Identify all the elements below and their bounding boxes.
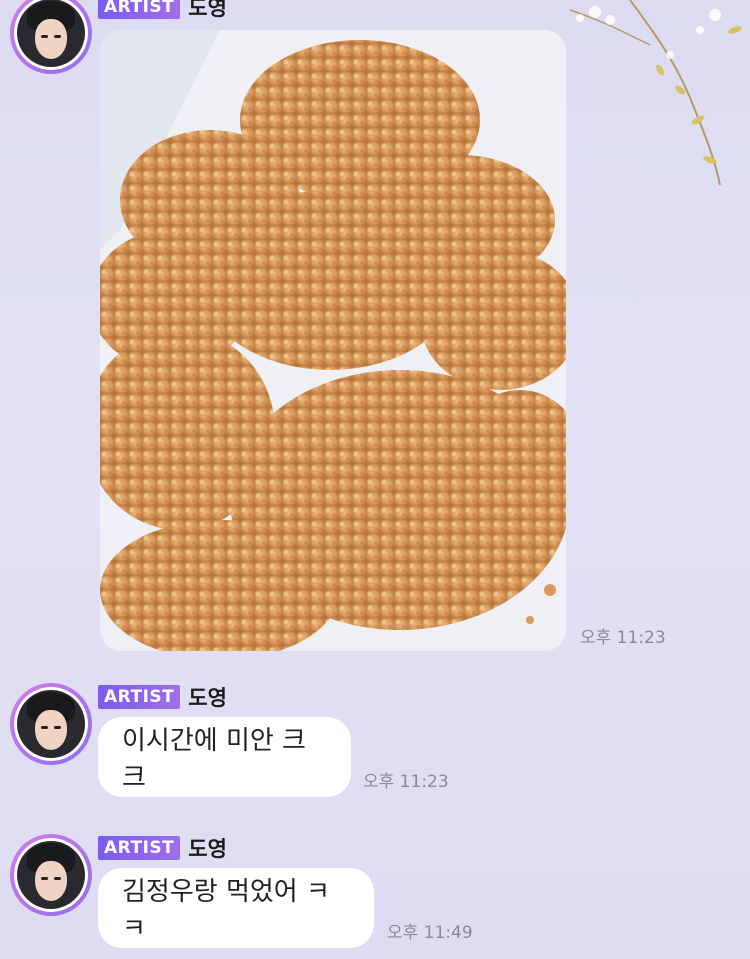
artist-badge: ARTIST <box>98 836 181 860</box>
sender-name: 도영 <box>188 837 227 861</box>
sender-row: ARTIST 도영 <box>98 833 227 863</box>
fried-chicken-photo <box>100 30 566 651</box>
photo-message[interactable] <box>100 30 566 651</box>
message-time: 오후 11:23 <box>363 772 449 792</box>
avatar[interactable] <box>10 683 92 765</box>
artist-badge: ARTIST <box>98 0 181 19</box>
sender-name: 도영 <box>188 686 227 710</box>
artist-badge: ARTIST <box>98 685 181 709</box>
sender-row: ARTIST 도영 <box>98 0 227 22</box>
avatar[interactable] <box>10 834 92 916</box>
message-time: 오후 11:49 <box>387 923 473 943</box>
sender-row: ARTIST 도영 <box>98 682 227 712</box>
message-bubble[interactable]: 김정우랑 먹었어 ㅋㅋ <box>98 868 374 948</box>
avatar[interactable] <box>10 0 92 74</box>
message-time: 오후 11:23 <box>580 628 666 648</box>
sender-name: 도영 <box>188 0 227 20</box>
message-bubble[interactable]: 이시간에 미안 크크 <box>98 717 351 797</box>
